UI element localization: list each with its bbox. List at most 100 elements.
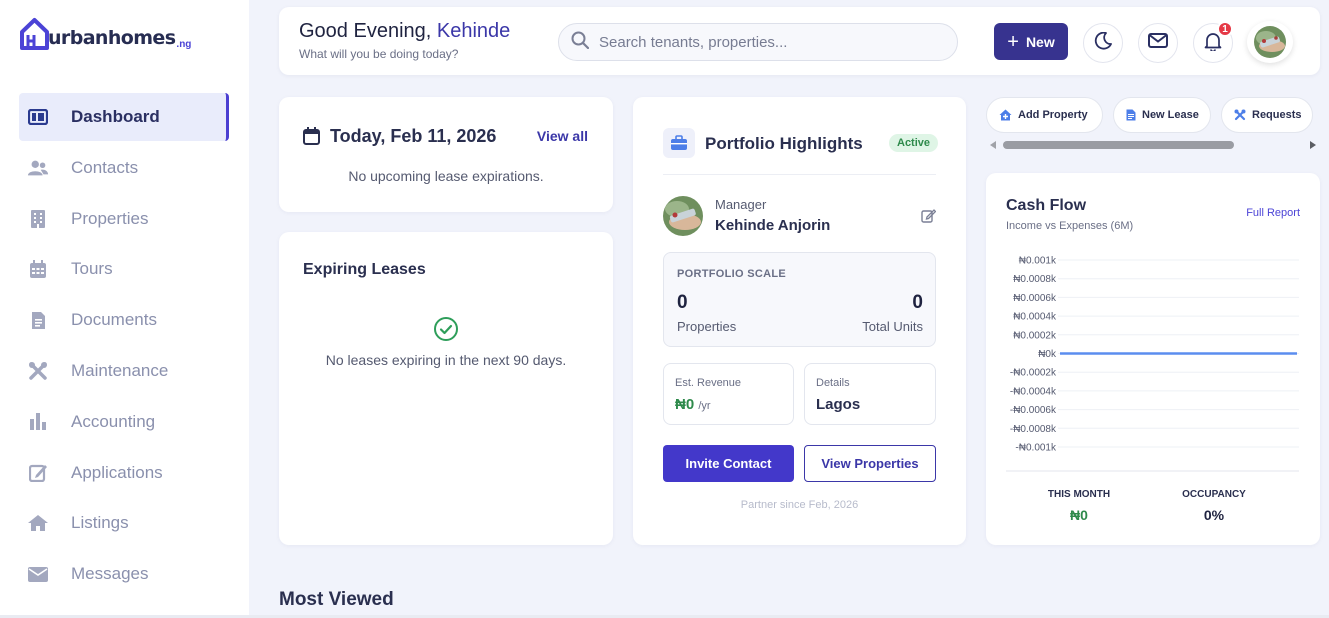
revenue-label: Est. Revenue xyxy=(675,377,742,389)
edit-icon xyxy=(27,462,49,484)
occupancy-label: OCCUPANCY xyxy=(1182,489,1246,500)
today-title: Today, Feb 11, 2026 xyxy=(330,126,497,146)
y-tick-label: -₦0.0006k xyxy=(1010,405,1057,416)
moon-icon xyxy=(1094,31,1112,55)
sidebar-item-label: Applications xyxy=(71,462,163,482)
y-tick-label: -₦0.0002k xyxy=(1010,368,1057,379)
sidebar-item-label: Contacts xyxy=(71,157,139,177)
messages-button[interactable] xyxy=(1138,23,1178,63)
avatar-image xyxy=(1254,26,1286,58)
calendar-icon xyxy=(303,127,320,150)
sidebar-item-messages[interactable]: Messages xyxy=(19,550,229,598)
requests-button[interactable]: Requests xyxy=(1221,97,1313,133)
revenue-unit: /yr xyxy=(698,400,711,412)
new-button-label: New xyxy=(1025,33,1055,50)
tools-icon xyxy=(1234,109,1246,121)
search-bar[interactable] xyxy=(558,23,958,61)
y-tick-label: -₦0.0004k xyxy=(1010,386,1057,397)
details-box: Details Lagos xyxy=(804,363,936,425)
sidebar-item-label: Messages xyxy=(71,564,149,584)
today-empty-message: No upcoming lease expirations. xyxy=(348,168,544,184)
today-card: Today, Feb 11, 2026 View all No upcoming… xyxy=(279,97,613,212)
sidebar-item-label: Listings xyxy=(71,513,129,533)
y-tick-label: ₦0.001k xyxy=(1019,256,1057,267)
portfolio-title: Portfolio Highlights xyxy=(705,134,863,153)
properties-label: Properties xyxy=(677,319,737,334)
portfolio-scale-box: PORTFOLIO SCALE 0 0 Properties Total Uni… xyxy=(663,252,936,347)
sidebar-item-maintenance[interactable]: Maintenance xyxy=(19,347,229,395)
partner-since: Partner since Feb, 2026 xyxy=(740,499,859,511)
y-tick-label: ₦0.0004k xyxy=(1013,312,1057,323)
expiring-leases-message: No leases expiring in the next 90 days. xyxy=(325,352,567,368)
manager-name: Kehinde Anjorin xyxy=(715,217,831,234)
revenue-amount: ₦0 xyxy=(675,396,695,413)
sidebar-item-documents[interactable]: Documents xyxy=(19,296,229,344)
scroll-left-arrow[interactable] xyxy=(990,141,996,149)
view-properties-button[interactable]: View Properties xyxy=(804,445,936,482)
new-lease-button[interactable]: New Lease xyxy=(1113,97,1211,133)
y-tick-label: -₦0.001k xyxy=(1015,443,1057,454)
expiring-leases-title: Expiring Leases xyxy=(303,261,426,278)
add-property-button[interactable]: Add Property xyxy=(986,97,1103,133)
y-tick-label: -₦0.0008k xyxy=(1010,424,1057,435)
sidebar-item-accounting[interactable]: Accounting xyxy=(19,398,229,446)
sidebar-item-label: Accounting xyxy=(71,411,156,431)
most-viewed-title: Most Viewed xyxy=(279,589,394,610)
new-button[interactable]: + New xyxy=(994,23,1068,60)
sidebar-item-label: Properties xyxy=(71,208,149,228)
dashboard-icon xyxy=(27,106,49,128)
sidebar-item-tours[interactable]: Tours xyxy=(19,245,229,293)
sidebar-item-contacts[interactable]: Contacts xyxy=(19,144,229,192)
portfolio-scale-label: PORTFOLIO SCALE xyxy=(677,268,786,280)
house-logo-icon xyxy=(20,18,49,50)
edit-icon[interactable] xyxy=(921,208,937,228)
status-badge: Active xyxy=(889,134,939,152)
greeting: Good Evening, Kehinde xyxy=(299,20,510,43)
sidebar-item-label: Tours xyxy=(71,259,113,279)
cash-flow-chart: ₦0.001k ₦0.0008k ₦0.0006k ₦0.0004k ₦0.0002k ₦… xyxy=(1006,256,1299,472)
greeting-text: Good Evening, xyxy=(299,20,432,42)
requests-label: Requests xyxy=(1252,109,1302,121)
home-icon xyxy=(27,512,49,534)
calendar-icon xyxy=(27,258,49,280)
sidebar-item-properties[interactable]: Properties xyxy=(19,195,229,243)
manager-avatar xyxy=(663,196,703,236)
y-tick-label: ₦0.0006k xyxy=(1013,293,1057,304)
occupancy-value: 0% xyxy=(1203,507,1225,523)
search-input[interactable] xyxy=(599,33,939,51)
sidebar-item-listings[interactable]: Listings xyxy=(19,499,229,547)
divider xyxy=(663,174,936,175)
chart-bar-icon xyxy=(27,411,49,433)
plus-icon: + xyxy=(1007,30,1019,53)
brand-suffix: .ng xyxy=(176,39,192,50)
view-all-link[interactable]: View all xyxy=(537,128,588,144)
sidebar-item-dashboard[interactable]: Dashboard xyxy=(19,93,229,141)
notification-badge: 1 xyxy=(1217,21,1233,37)
sidebar-item-label: Dashboard xyxy=(71,107,160,126)
envelope-icon xyxy=(27,563,49,585)
sidebar-item-label: Maintenance xyxy=(71,360,169,380)
scrollbar-thumb[interactable] xyxy=(1003,141,1234,149)
brand-name: urbanhomes xyxy=(48,27,176,49)
briefcase-icon xyxy=(663,128,695,158)
greeting-user-name: Kehinde xyxy=(436,20,511,42)
scroll-right-arrow[interactable] xyxy=(1310,141,1316,149)
horizontal-scrollbar[interactable] xyxy=(986,139,1320,151)
units-count: 0 xyxy=(912,292,923,313)
sidebar-item-applications[interactable]: Applications xyxy=(19,449,229,497)
user-avatar[interactable] xyxy=(1247,21,1293,63)
invite-contact-button[interactable]: Invite Contact xyxy=(663,445,794,482)
brand-logo[interactable]: urbanhomes .ng xyxy=(19,17,191,51)
notifications-button[interactable]: 1 xyxy=(1193,21,1233,63)
building-icon xyxy=(27,208,49,230)
manager-label: Manager xyxy=(715,197,767,212)
y-tick-label: ₦0.0008k xyxy=(1013,274,1057,285)
portfolio-card: Portfolio Highlights Active Manager Kehi… xyxy=(633,97,966,545)
units-label: Total Units xyxy=(862,319,923,334)
sidebar-item-label: Documents xyxy=(71,310,157,330)
check-circle-icon xyxy=(433,316,459,347)
details-value: Lagos xyxy=(816,396,861,413)
properties-count: 0 xyxy=(677,292,688,313)
revenue-value: ₦0 /yr xyxy=(675,396,711,413)
dark-mode-toggle[interactable] xyxy=(1083,23,1123,63)
